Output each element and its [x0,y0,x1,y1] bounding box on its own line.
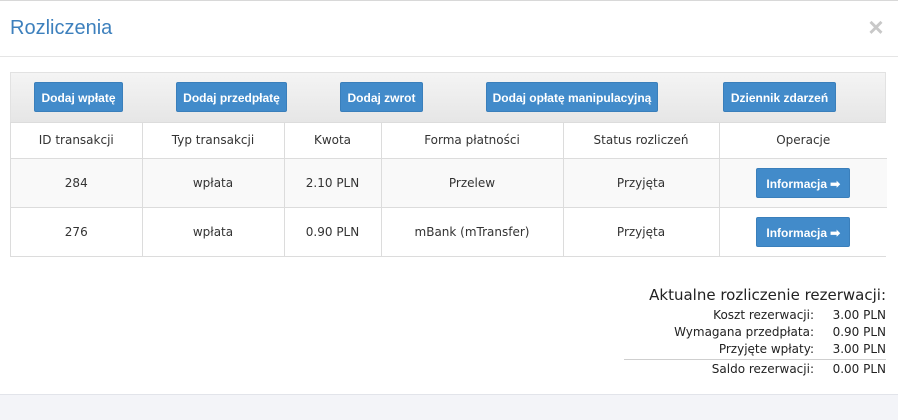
info-button-label: Informacja [766,225,828,240]
add-payment-button[interactable]: Dodaj wpłatę [34,82,123,112]
cell-payment-method: Przelew [380,157,564,208]
info-button-label: Informacja [766,176,828,191]
summary-row-received-payments: Przyjęte wpłaty: 3.00 PLN [586,341,886,358]
cell-transaction-type: wpłata [141,157,285,208]
info-button[interactable]: Informacja ➡ [756,216,851,247]
column-header-id: ID transakcji [11,123,143,159]
cell-amount: 0.90 PLN [283,206,382,256]
transactions-table: ID transakcji Typ transakcji Kwota Forma… [10,122,887,257]
cell-transaction-id: 276 [11,206,143,256]
cell-transaction-id: 284 [11,157,143,208]
summary-value: 0.90 PLN [832,325,886,339]
arrow-right-icon: ➡ [830,225,841,240]
summary-value: 3.00 PLN [832,308,886,322]
summary-label: Przyjęte wpłaty: [718,342,814,356]
cell-amount: 2.10 PLN [283,157,382,208]
arrow-right-icon: ➡ [830,176,841,191]
summary-label: Saldo rezerwacji: [711,362,814,376]
settlements-modal: Rozliczenia × Dodaj wpłatę Dodaj przedpł… [0,0,898,420]
table-row: 284 wpłata 2.10 PLN Przelew Przyjęta Inf… [11,157,887,208]
event-log-button[interactable]: Dziennik zdarzeń [723,82,836,112]
column-header-operations: Operacje [718,123,887,159]
summary-row-required-prepayment: Wymagana przedpłata: 0.90 PLN [586,324,886,341]
summary-row-cost: Koszt rezerwacji: 3.00 PLN [586,307,886,324]
column-header-amount: Kwota [283,123,382,159]
cell-transaction-type: wpłata [141,206,285,256]
modal-footer [0,394,898,420]
summary-label: Koszt rezerwacji: [713,308,814,322]
column-header-type: Typ transakcji [141,123,285,159]
cell-operations: Informacja ➡ [718,206,887,256]
add-refund-button[interactable]: Dodaj zwrot [340,82,423,112]
modal-title: Rozliczenia [10,17,113,39]
column-header-status: Status rozliczeń [562,123,720,159]
cell-status: Przyjęta [562,157,720,208]
cell-payment-method: mBank (mTransfer) [380,206,564,256]
add-prepayment-button[interactable]: Dodaj przedpłatę [176,82,287,112]
summary-label: Wymagana przedpłata: [674,325,814,339]
summary-title: Aktualne rozliczenie rezerwacji: [649,286,886,304]
reservation-summary: Aktualne rozliczenie rezerwacji: Koszt r… [586,285,886,378]
summary-row-balance: Saldo rezerwacji: 0.00 PLN [586,361,886,378]
summary-value: 3.00 PLN [832,342,886,356]
summary-value: 0.00 PLN [832,362,886,376]
cell-operations: Informacja ➡ [718,157,887,208]
summary-divider [624,359,886,360]
add-handling-fee-button[interactable]: Dodaj opłatę manipulacyjną [486,82,658,112]
close-icon[interactable]: × [866,13,886,41]
info-button[interactable]: Informacja ➡ [756,167,851,198]
column-header-method: Forma płatności [380,123,564,159]
table-header-row: ID transakcji Typ transakcji Kwota Forma… [11,123,887,159]
table-row: 276 wpłata 0.90 PLN mBank (mTransfer) Pr… [11,206,887,256]
actions-toolbar: Dodaj wpłatę Dodaj przedpłatę Dodaj zwro… [10,72,886,122]
modal-header: Rozliczenia × [0,1,898,57]
cell-status: Przyjęta [562,206,720,256]
